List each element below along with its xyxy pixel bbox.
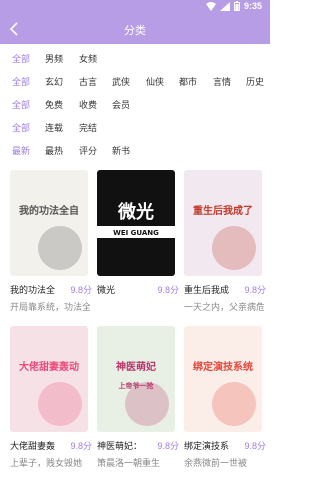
book-cover-title: 微光 [117,201,154,223]
book-description: 余燕微前一世被 [184,458,248,468]
book-cover-art: 绑定演技系统 [184,326,262,432]
wifi-icon [205,1,216,11]
filter-option[interactable]: 评分 [79,144,97,157]
book-score: 9.8分 [157,285,179,295]
book-card[interactable]: 重生后我成了重生后我成 9.8分一天之内，父亲病危 [184,170,266,313]
book-cover-title: 绑定演技系统 [193,360,253,373]
book-cover-subtitle: 上帝爷一抢 [119,381,155,390]
book-cover-art: 微光 WEI GUANG [97,170,175,276]
filter-option[interactable]: 都市 [179,75,197,88]
filter-row: 最新 最热 评分 新书 [0,140,270,162]
book-title[interactable]: 神医萌妃： [97,439,149,452]
book-title[interactable]: 我的功法全 [10,283,62,296]
book-cover[interactable]: 微光 WEI GUANG [97,170,175,276]
book-description: 上辈子，贱女毁她 [10,458,83,468]
book-description: 开局靠系统，功法全自动 [10,302,90,312]
filter-option[interactable]: 女频 [79,52,97,65]
status-time: 9:35 [243,1,262,11]
filter-option[interactable]: 最热 [45,144,63,157]
book-cover-title: 神医萌妃 [116,360,156,373]
book-card[interactable]: 大佬甜妻轰动大佬甜妻轰 9.8分上辈子，贱女毁她 [10,326,92,469]
filter-option[interactable]: 全部 [12,121,30,134]
book-meta: 绑定演技系 9.8分 [184,439,266,453]
filter-option[interactable]: 全部 [12,98,30,111]
page-title: 分类 [124,25,146,37]
book-cover-title: 重生后我成了 [193,204,253,217]
app-header: 分类 [0,14,270,44]
book-score: 9.8分 [244,441,266,451]
book-meta: 重生后我成 9.8分 [184,283,266,297]
status-bar: 9:35 [0,0,270,14]
status-icons: 9:35 [205,1,262,11]
filter-row: 全部 免费 收费 会员 [0,94,270,116]
filter-option[interactable]: 武侠 [112,75,130,88]
filter-option[interactable]: 言情 [213,75,231,88]
book-card[interactable]: 我的功法全自我的功法全 9.8分开局靠系统，功法全自动 [10,170,92,313]
filter-option[interactable]: 免费 [45,98,63,111]
book-cover[interactable]: 绑定演技系统 [184,326,262,432]
filter-option[interactable]: 会员 [112,98,130,111]
filter-option[interactable]: 男频 [45,52,63,65]
filter-option[interactable]: 收费 [79,98,97,111]
book-meta: 大佬甜妻轰 9.8分 [10,439,92,453]
book-score: 9.8分 [157,441,179,451]
filter-option[interactable]: 最新 [12,144,30,157]
book-title[interactable]: 微光 [97,283,149,296]
book-cover[interactable]: 神医萌妃 上帝爷一抢 [97,326,175,432]
book-cover-title: 我的功法全自 [19,204,79,217]
filter-row: 全部 男频 女频 [0,48,270,70]
filter-row: 全部 连载 完结 [0,117,270,139]
book-meta: 我的功法全 9.8分 [10,283,92,297]
filter-option[interactable]: 历史 [246,75,264,88]
book-card[interactable]: 绑定演技系统绑定演技系 9.8分余燕微前一世被 [184,326,266,469]
book-description: 箫晨洛一朝重生 [97,458,161,468]
filter-option[interactable]: 古言 [79,75,97,88]
book-cover-title: 大佬甜妻轰动 [19,360,79,373]
book-title[interactable]: 大佬甜妻轰 [10,439,62,452]
filter-option[interactable]: 完结 [79,121,97,134]
book-cover[interactable]: 我的功法全自 [10,170,88,276]
book-meta: 微光 9.8分 [97,283,179,297]
book-title[interactable]: 绑定演技系 [184,439,236,452]
filter-option[interactable]: 全部 [12,52,30,65]
book-cover-art: 大佬甜妻轰动 [10,326,88,432]
filter-option[interactable]: 全部 [12,75,30,88]
book-cover-subtitle: WEI GUANG [113,229,159,237]
book-card[interactable]: 微光 WEI GUANG 微光 9.8分 [97,170,179,300]
book-cover[interactable]: 大佬甜妻轰动 [10,326,88,432]
book-score: 9.8分 [244,285,266,295]
filter-option[interactable]: 新书 [112,144,130,157]
book-description: 一天之内，父亲病危 [184,302,264,312]
filter-option[interactable]: 玄幻 [45,75,63,88]
filter-option[interactable]: 仙侠 [146,75,164,88]
filter-option[interactable]: 连载 [45,121,63,134]
filter-row: 全部 玄幻 古言 武侠 仙侠 都市 言情 历史 [0,71,270,93]
book-card[interactable]: 神医萌妃上帝爷一抢神医萌妃： 9.8分箫晨洛一朝重生 [97,326,179,469]
battery-icon [233,1,240,11]
signal-icon [219,1,230,11]
book-score: 9.8分 [70,285,92,295]
book-cover-art: 重生后我成了 [184,170,262,276]
book-cover[interactable]: 重生后我成了 [184,170,262,276]
book-title[interactable]: 重生后我成 [184,283,236,296]
book-cover-art: 我的功法全自 [10,170,88,276]
book-score: 9.8分 [70,441,92,451]
book-meta: 神医萌妃： 9.8分 [97,439,179,453]
book-cover-art: 神医萌妃上帝爷一抢 [97,326,175,432]
